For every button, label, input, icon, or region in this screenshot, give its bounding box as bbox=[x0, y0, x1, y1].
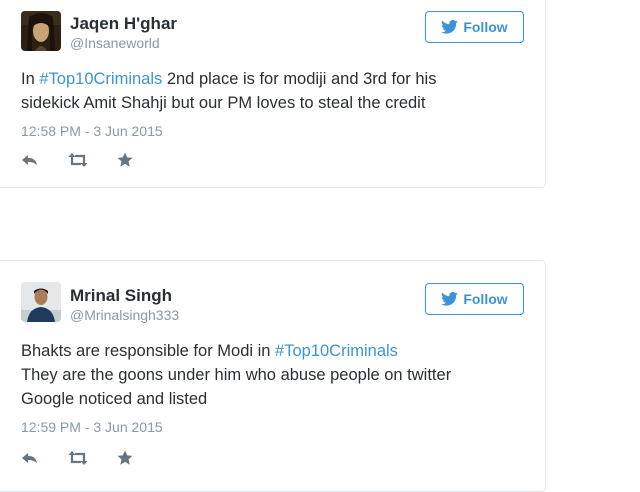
avatar[interactable] bbox=[21, 11, 61, 51]
tweet-text-line: They are the goons under him who abuse p… bbox=[21, 366, 452, 384]
retweet-icon[interactable] bbox=[67, 450, 89, 466]
star-icon[interactable] bbox=[117, 450, 133, 466]
user-handle[interactable]: @Insaneworld bbox=[70, 35, 160, 51]
follow-label: Follow bbox=[463, 291, 508, 307]
tweet-text-line: sidekick Amit Shahji but our PM loves to… bbox=[21, 94, 426, 112]
twitter-bird-icon bbox=[441, 20, 459, 34]
reply-icon[interactable] bbox=[21, 450, 39, 466]
user-handle[interactable]: @Mrinalsingh333 bbox=[70, 307, 179, 323]
avatar[interactable] bbox=[21, 282, 61, 322]
timestamp[interactable]: 12:58 PM - 3 Jun 2015 bbox=[21, 123, 163, 139]
star-icon[interactable] bbox=[117, 152, 133, 168]
tweet-card: Jaqen H'ghar @Insaneworld Follow In #Top… bbox=[0, 0, 546, 188]
timestamp[interactable]: 12:59 PM - 3 Jun 2015 bbox=[21, 419, 163, 435]
display-name[interactable]: Jaqen H'ghar bbox=[70, 14, 177, 34]
follow-button[interactable]: Follow bbox=[425, 283, 524, 315]
hashtag-link[interactable]: #Top10Criminals bbox=[275, 342, 398, 360]
tweet-text-line: Bhakts are responsible for Modi in #Top1… bbox=[21, 342, 398, 360]
follow-label: Follow bbox=[463, 19, 508, 35]
display-name[interactable]: Mrinal Singh bbox=[70, 286, 172, 306]
tweet-text: In #Top10Criminals 2nd place is for modi… bbox=[21, 67, 521, 115]
tweet-text-line: Google noticed and listed bbox=[21, 390, 208, 408]
reply-icon[interactable] bbox=[21, 152, 39, 168]
hashtag-link[interactable]: #Top10Criminals bbox=[39, 70, 162, 88]
twitter-bird-icon bbox=[441, 292, 459, 306]
tweet-text: Bhakts are responsible for Modi in #Top1… bbox=[21, 339, 521, 411]
tweet-card: Mrinal Singh @Mrinalsingh333 Follow Bhak… bbox=[0, 260, 546, 492]
retweet-icon[interactable] bbox=[67, 152, 89, 168]
follow-button[interactable]: Follow bbox=[425, 11, 524, 43]
tweet-text-line: In #Top10Criminals 2nd place is for modi… bbox=[21, 70, 437, 88]
